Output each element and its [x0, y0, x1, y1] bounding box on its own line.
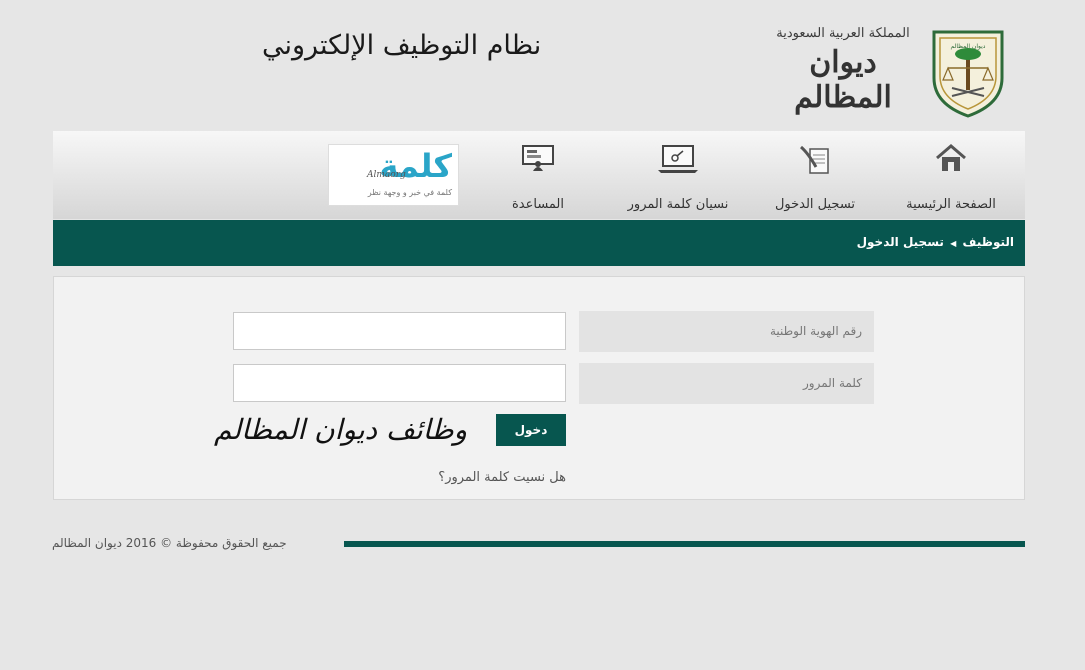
nav-item-label: تسجيل الدخول — [774, 197, 856, 212]
almaorg-ad-banner[interactable]: كلمة Almaorg كلمة في خبر و وجهة نظر — [328, 144, 459, 206]
nav-item-label: الصفحة الرئيسية — [906, 197, 996, 212]
nav-item-home[interactable]: الصفحة الرئيسية — [901, 131, 1001, 219]
ad-slogan: كلمة في خبر و وجهة نظر — [367, 188, 452, 197]
help-desk-icon — [519, 143, 557, 179]
breadcrumb-arrow-icon: ◀ — [950, 239, 957, 248]
main-nav: الصفحة الرئيسية تسجيل الدخول نسيان كلمة … — [53, 131, 1025, 219]
breadcrumb-root[interactable]: التوظيف — [962, 235, 1014, 249]
breadcrumb: التوظيف ◀ تسجيل الدخول — [53, 220, 1025, 266]
system-title: نظام التوظيف الإلكتروني — [262, 30, 542, 61]
copyright-text: جميع الحقوق محفوظة © 2016 ديوان المظالم — [52, 536, 287, 550]
breadcrumb-current: تسجيل الدخول — [856, 235, 944, 249]
login-button[interactable]: دخول — [496, 414, 566, 446]
national-id-label: رقم الهوية الوطنية — [579, 311, 874, 352]
nav-item-forgot-password[interactable]: نسيان كلمة المرور — [613, 131, 743, 219]
nav-item-help[interactable]: المساعدة — [493, 131, 583, 219]
ad-latin: Almaorg — [367, 170, 406, 180]
password-input[interactable] — [233, 364, 566, 402]
sign-document-icon — [798, 143, 832, 179]
forgot-password-link[interactable]: هل نسيت كلمة المرور؟ — [384, 470, 566, 485]
nav-item-label: نسيان كلمة المرور — [627, 197, 729, 212]
login-panel: رقم الهوية الوطنية كلمة المرور دخول وظائ… — [53, 276, 1025, 500]
laptop-key-icon — [656, 143, 700, 179]
logo-name-text: ديوان المظالم — [794, 45, 892, 115]
nav-item-label: المساعدة — [511, 197, 565, 212]
footer-divider — [344, 541, 1025, 547]
national-id-input[interactable] — [233, 312, 566, 350]
nav-item-login[interactable]: تسجيل الدخول — [765, 131, 865, 219]
watermark-text: وظائف ديوان المظالم — [214, 413, 468, 446]
logo-kingdom-text: المملكة العربية السعودية — [776, 26, 910, 41]
password-label: كلمة المرور — [579, 363, 874, 404]
emblem-icon: ديوان المظالم — [930, 26, 1006, 118]
home-icon — [934, 143, 968, 177]
diwan-logo[interactable]: المملكة العربية السعودية ديوان المظالم — [768, 26, 918, 115]
